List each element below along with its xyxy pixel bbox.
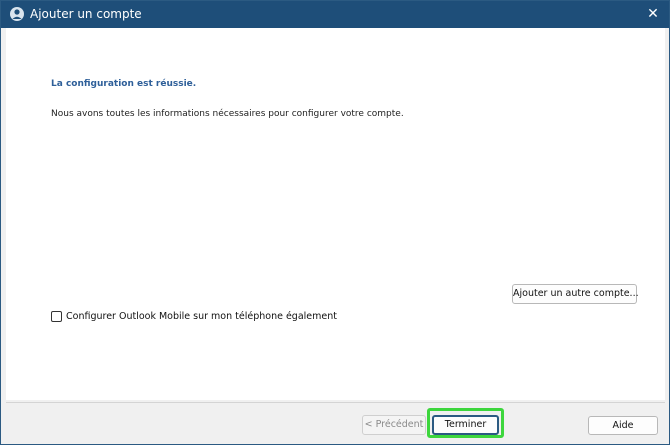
mobile-checkbox[interactable] — [51, 310, 62, 322]
window-title: Ajouter un compte — [30, 7, 142, 21]
close-icon[interactable]: ✕ — [643, 4, 663, 24]
footer-divider — [6, 402, 665, 403]
success-message: Nous avons toutes les informations néces… — [51, 109, 404, 119]
outlook-account-icon — [9, 6, 25, 22]
previous-button[interactable]: < Précédent — [362, 415, 426, 435]
finish-button[interactable]: Terminer — [432, 415, 499, 435]
add-account-dialog: Ajouter un compte ✕ La configuration est… — [0, 0, 670, 445]
dialog-content: La configuration est réussie. Nous avons… — [6, 28, 665, 400]
title-bar: Ajouter un compte ✕ — [1, 1, 669, 28]
success-heading: La configuration est réussie. — [51, 79, 197, 89]
mobile-checkbox-label[interactable]: Configurer Outlook Mobile sur mon téléph… — [66, 311, 337, 322]
add-another-account-button[interactable]: Ajouter un autre compte... — [512, 284, 639, 304]
help-button[interactable]: Aide — [588, 416, 658, 435]
mobile-checkbox-row: Configurer Outlook Mobile sur mon téléph… — [51, 309, 337, 323]
